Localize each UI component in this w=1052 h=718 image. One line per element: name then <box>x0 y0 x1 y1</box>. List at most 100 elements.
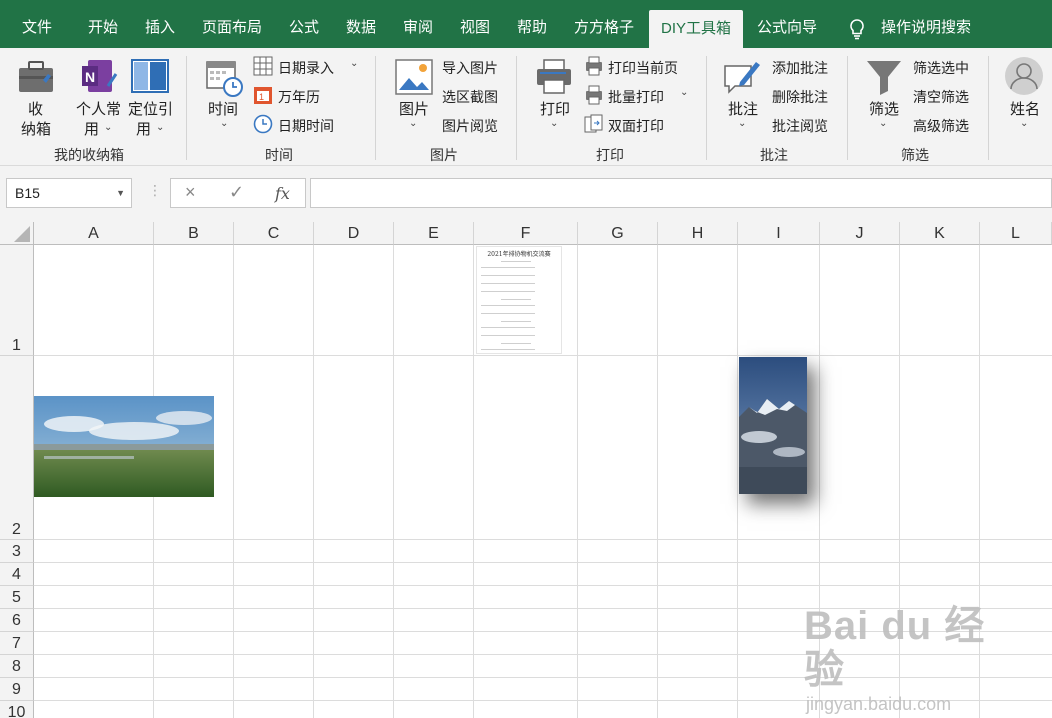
time-button-label[interactable]: 时间 <box>208 98 238 119</box>
locate-reference-label-1[interactable]: 定位引 <box>128 98 173 119</box>
batch-print-button[interactable]: 批量打印 <box>608 87 664 107</box>
add-comment-button[interactable]: 添加批注 <box>772 58 828 78</box>
formula-input[interactable] <box>310 178 1052 208</box>
onenote-icon[interactable]: N <box>80 58 120 96</box>
tab-file[interactable]: 文件 <box>22 0 52 48</box>
row-header-10[interactable]: 10 <box>0 701 34 718</box>
comment-browse-button[interactable]: 批注阅览 <box>772 116 828 136</box>
select-all-corner[interactable] <box>0 222 34 245</box>
enter-icon[interactable]: ✓ <box>229 182 244 203</box>
print-current-page-button[interactable]: 打印当前页 <box>608 58 678 78</box>
tab-insert[interactable]: 插入 <box>145 0 175 48</box>
clock-icon[interactable] <box>253 114 273 134</box>
duplex-print-icon[interactable] <box>584 114 604 134</box>
snow-mountain-picture[interactable] <box>739 357 807 494</box>
grip-icon[interactable]: ⋮ <box>148 182 162 199</box>
batch-print-icon[interactable] <box>584 85 604 105</box>
toolbox-button-label-2[interactable]: 纳箱 <box>21 118 51 139</box>
print-button-label[interactable]: 打印 <box>540 98 570 119</box>
comment-pen-icon[interactable] <box>722 56 762 96</box>
row-header-7[interactable]: 7 <box>0 632 34 655</box>
name-button-label[interactable]: 姓名 <box>1010 98 1040 119</box>
chevron-down-icon[interactable]: ⌄ <box>156 122 164 133</box>
print-page-icon[interactable] <box>584 56 604 76</box>
name-box[interactable]: B15 ▼ <box>6 178 132 208</box>
user-avatar-icon[interactable] <box>1004 56 1044 96</box>
chevron-down-icon[interactable]: ▼ <box>116 179 125 207</box>
tab-home[interactable]: 开始 <box>88 0 118 48</box>
toolbox-icon[interactable] <box>16 58 56 96</box>
chevron-down-icon[interactable]: ⌄ <box>350 58 358 69</box>
row-header-4[interactable]: 4 <box>0 563 34 586</box>
tab-diy-toolbox[interactable]: DIY工具箱 <box>649 10 744 48</box>
chevron-down-icon[interactable]: ⌄ <box>680 87 688 98</box>
column-header-I[interactable]: I <box>738 222 820 245</box>
comment-button-label[interactable]: 批注 <box>728 98 758 119</box>
document-thumbnail-picture[interactable]: 2021年排协物机交流赛 <box>476 246 562 354</box>
locate-reference-label-2[interactable]: 用 <box>136 118 151 139</box>
chevron-down-icon[interactable]: ⌄ <box>879 118 887 129</box>
personal-frequent-label-1[interactable]: 个人常 <box>76 98 121 119</box>
advanced-filter-button[interactable]: 高级筛选 <box>913 116 969 136</box>
column-header-K[interactable]: K <box>900 222 980 245</box>
row-header-3[interactable]: 3 <box>0 540 34 563</box>
column-header-L[interactable]: L <box>980 222 1052 245</box>
tab-formulas[interactable]: 公式 <box>289 0 319 48</box>
column-header-H[interactable]: H <box>658 222 738 245</box>
column-header-G[interactable]: G <box>578 222 658 245</box>
row-header-2[interactable]: 2 <box>0 356 34 540</box>
funnel-icon[interactable] <box>864 58 904 96</box>
row-header-6[interactable]: 6 <box>0 609 34 632</box>
tab-formula-wizard[interactable]: 公式向导 <box>757 0 817 48</box>
filter-selected-button[interactable]: 筛选选中 <box>913 58 969 78</box>
filter-button-label[interactable]: 筛选 <box>869 98 899 119</box>
tab-help[interactable]: 帮助 <box>517 0 547 48</box>
tab-data[interactable]: 数据 <box>346 0 376 48</box>
tab-view[interactable]: 视图 <box>460 0 490 48</box>
column-header-J[interactable]: J <box>820 222 900 245</box>
grassland-landscape-picture[interactable] <box>34 396 214 497</box>
gridline <box>313 245 314 718</box>
import-picture-button[interactable]: 导入图片 <box>442 58 498 78</box>
cancel-icon[interactable]: × <box>185 182 196 203</box>
personal-frequent-label-2[interactable]: 用 <box>84 118 99 139</box>
toolbox-button-label-1[interactable]: 收 <box>28 98 43 119</box>
date-time-button[interactable]: 日期时间 <box>278 116 334 136</box>
column-header-B[interactable]: B <box>154 222 234 245</box>
tab-page-layout[interactable]: 页面布局 <box>202 0 262 48</box>
picture-browse-button[interactable]: 图片阅览 <box>442 116 498 136</box>
row-header-8[interactable]: 8 <box>0 655 34 678</box>
chevron-down-icon[interactable]: ⌄ <box>550 118 558 129</box>
table-icon[interactable] <box>253 56 273 76</box>
tab-review[interactable]: 审阅 <box>403 0 433 48</box>
tell-me-search[interactable]: 操作说明搜索 <box>881 0 971 48</box>
column-header-C[interactable]: C <box>234 222 314 245</box>
clear-filter-button[interactable]: 清空筛选 <box>913 87 969 107</box>
column-header-D[interactable]: D <box>314 222 394 245</box>
chevron-down-icon[interactable]: ⌄ <box>738 118 746 129</box>
duplex-print-button[interactable]: 双面打印 <box>608 116 664 136</box>
row-header-1[interactable]: 1 <box>0 245 34 356</box>
date-entry-button[interactable]: 日期录入 <box>278 58 334 78</box>
layout-icon[interactable] <box>130 58 170 96</box>
row-header-5[interactable]: 5 <box>0 586 34 609</box>
image-icon[interactable] <box>394 58 434 96</box>
tab-fangfanggezi[interactable]: 方方格子 <box>574 0 634 48</box>
column-header-E[interactable]: E <box>394 222 474 245</box>
row-header-9[interactable]: 9 <box>0 678 34 701</box>
calendar-clock-icon[interactable] <box>204 58 244 98</box>
delete-comment-button[interactable]: 删除批注 <box>772 87 828 107</box>
printer-icon[interactable] <box>534 58 574 96</box>
region-screenshot-button[interactable]: 选区截图 <box>442 87 498 107</box>
chevron-down-icon[interactable]: ⌄ <box>1020 118 1028 129</box>
insert-function-icon[interactable]: fx <box>275 184 290 203</box>
gridline <box>34 585 1052 586</box>
perpetual-calendar-button[interactable]: 万年历 <box>278 87 320 107</box>
column-header-A[interactable]: A <box>34 222 154 245</box>
picture-button-label[interactable]: 图片 <box>399 98 429 119</box>
column-header-F[interactable]: F <box>474 222 578 245</box>
chevron-down-icon[interactable]: ⌄ <box>409 118 417 129</box>
calendar-icon[interactable]: 1 <box>253 85 273 105</box>
chevron-down-icon[interactable]: ⌄ <box>104 122 112 133</box>
chevron-down-icon[interactable]: ⌄ <box>220 118 228 129</box>
